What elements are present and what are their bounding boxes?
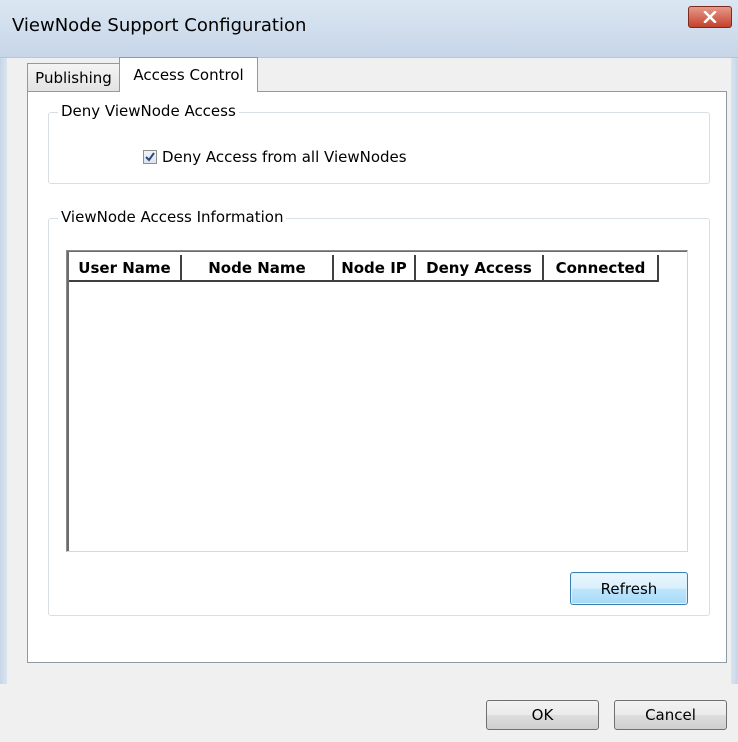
dialog-window: ViewNode Support Configuration Publishin… [0, 0, 738, 742]
close-icon [703, 11, 717, 23]
column-header-node-name[interactable]: Node Name [182, 255, 334, 282]
access-info-list[interactable]: User Name Node Name Node IP Deny Access … [66, 250, 688, 552]
window-title: ViewNode Support Configuration [12, 15, 307, 36]
deny-access-group-title: Deny ViewNode Access [58, 102, 239, 120]
close-button[interactable] [688, 6, 732, 28]
list-header: User Name Node Name Node IP Deny Access … [69, 255, 659, 282]
ok-button[interactable]: OK [486, 700, 599, 730]
column-header-user-name[interactable]: User Name [69, 255, 182, 282]
column-header-node-ip[interactable]: Node IP [334, 255, 416, 282]
column-header-deny-access[interactable]: Deny Access [416, 255, 544, 282]
window-frame-right [731, 58, 738, 684]
tab-publishing[interactable]: Publishing [27, 63, 120, 91]
window-frame-left [0, 58, 7, 684]
refresh-button[interactable]: Refresh [570, 572, 688, 605]
column-header-connected[interactable]: Connected [544, 255, 659, 282]
title-bar[interactable]: ViewNode Support Configuration [0, 0, 738, 58]
deny-all-checkbox-row[interactable]: Deny Access from all ViewNodes [143, 148, 407, 166]
access-info-group-title: ViewNode Access Information [58, 208, 287, 226]
cancel-button[interactable]: Cancel [614, 700, 727, 730]
checkmark-icon [145, 152, 155, 162]
deny-all-checkbox-label: Deny Access from all ViewNodes [162, 148, 407, 166]
deny-all-checkbox[interactable] [143, 150, 157, 164]
tab-access-control[interactable]: Access Control [119, 57, 258, 92]
